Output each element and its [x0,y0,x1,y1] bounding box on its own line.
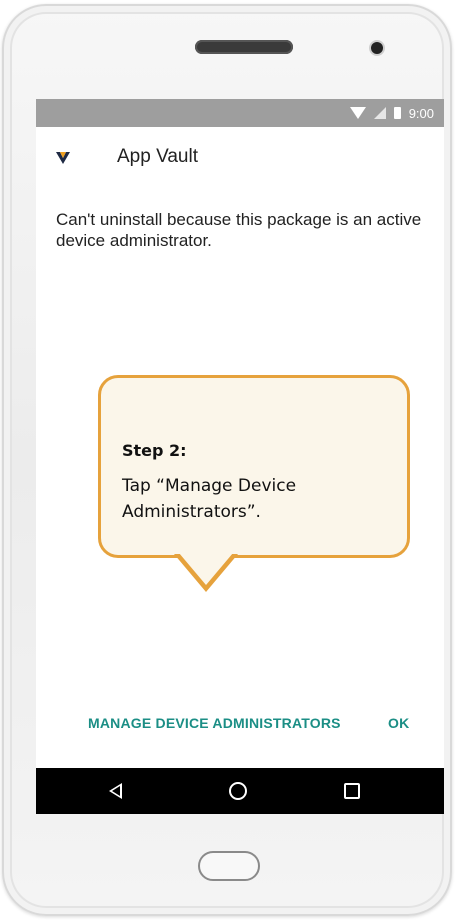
recents-icon[interactable] [344,783,360,799]
dialog-message: Can't uninstall because this package is … [56,210,422,250]
dialog-title: App Vault [117,146,198,167]
app-vault-logo [56,152,70,164]
callout-step-title: Step 2: [122,441,187,460]
wifi-icon [349,107,366,119]
home-icon[interactable] [229,782,247,800]
front-camera [371,42,383,54]
ok-button[interactable]: OK [388,715,409,731]
status-time: 9:00 [408,105,434,121]
manage-device-administrators-button[interactable]: MANAGE DEVICE ADMINISTRATORS [88,715,341,731]
instruction-callout [98,375,410,558]
battery-icon [393,107,401,119]
status-bar: 9:00 [36,99,444,127]
callout-step-text: Tap “Manage Device Administrators”. [122,476,297,522]
status-icons: 9:00 [349,99,434,127]
navigation-bar [36,768,444,814]
no-sim-icon [373,107,386,119]
callout-pointer-fill [179,553,233,585]
earpiece-speaker [195,40,293,54]
back-icon[interactable] [109,783,122,799]
physical-home-button[interactable] [198,851,260,881]
